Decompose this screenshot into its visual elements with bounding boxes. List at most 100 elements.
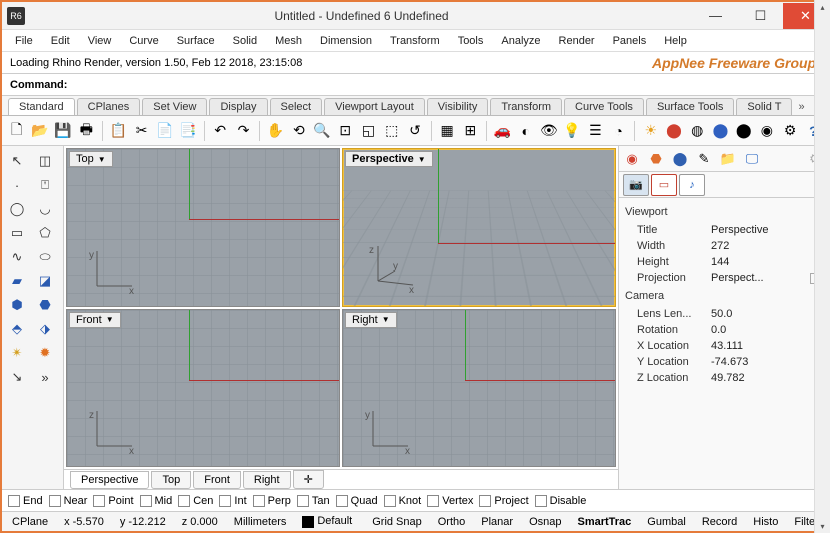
pan-icon[interactable]: ✋ (265, 119, 286, 143)
toggle-osnap[interactable]: Osnap (523, 516, 567, 528)
viewport-perspective[interactable]: Perspective▼ xzy (342, 148, 616, 307)
menu-view[interactable]: View (81, 33, 119, 49)
menu-curve[interactable]: Curve (122, 33, 165, 49)
zoom-selected-icon[interactable]: ⬚ (381, 119, 402, 143)
zoom-window-icon[interactable]: ◱ (358, 119, 379, 143)
toggle-gridsnap[interactable]: Grid Snap (366, 516, 428, 528)
tab-surfacetools[interactable]: Surface Tools (646, 98, 734, 115)
viewport-top-label[interactable]: Top▼ (69, 151, 113, 167)
rotate-view-icon[interactable]: ⟲ (288, 119, 309, 143)
osnap-cen[interactable]: Cen (178, 495, 213, 507)
environment-icon[interactable]: ◍ (687, 119, 708, 143)
osnap-quad[interactable]: Quad (336, 495, 378, 507)
cut-icon[interactable]: ✂ (131, 119, 152, 143)
texture-obj-icon[interactable]: ♪ (679, 174, 705, 196)
lights-panel-icon[interactable]: ✎ (693, 149, 715, 169)
tab-visibility[interactable]: Visibility (427, 98, 489, 115)
copy-icon[interactable]: 📋 (108, 119, 129, 143)
camera-icon[interactable]: 📷 (623, 174, 649, 196)
shade-icon[interactable]: ◐ (515, 119, 536, 143)
osnap-vertex[interactable]: Vertex (427, 495, 473, 507)
menu-transform[interactable]: Transform (383, 33, 447, 49)
status-cplane[interactable]: CPlane (6, 516, 54, 528)
chevron-down-icon[interactable]: ▼ (106, 315, 114, 324)
box-icon[interactable]: ⬢ (4, 294, 30, 316)
display-panel-icon[interactable]: 🖵 (741, 149, 763, 169)
material-obj-icon[interactable]: ▭ (651, 174, 677, 196)
rectangle-icon[interactable]: ▭ (4, 222, 30, 244)
prop-lens-v[interactable]: 50.0 (711, 308, 824, 320)
vptab-perspective[interactable]: Perspective (70, 471, 149, 489)
command-line[interactable]: Command: (2, 74, 828, 96)
status-units[interactable]: Millimeters (228, 516, 293, 528)
solid-icon[interactable]: ⬣ (32, 294, 58, 316)
osnap-end[interactable]: End (8, 495, 43, 507)
maximize-button[interactable]: ☐ (738, 3, 783, 29)
layers-panel-icon[interactable]: 📁 (717, 149, 739, 169)
osnap-knot[interactable]: Knot (384, 495, 422, 507)
viewport-right[interactable]: Right▼ xy (342, 309, 616, 468)
toggle-planar[interactable]: Planar (475, 516, 519, 528)
vptab-right[interactable]: Right (243, 471, 291, 489)
material-icon[interactable]: ⬤ (663, 119, 684, 143)
ground-icon[interactable]: ⬤ (733, 119, 754, 143)
tab-display[interactable]: Display (209, 98, 267, 115)
osnap-disable[interactable]: Disable (535, 495, 587, 507)
status-layer[interactable]: Default (296, 515, 358, 527)
viewport-perspective-label[interactable]: Perspective▼ (345, 151, 433, 167)
prop-zloc-v[interactable]: 49.782 (711, 372, 824, 384)
explode-icon[interactable]: ✹ (32, 342, 58, 364)
print-icon[interactable]: 🖶 (76, 119, 97, 143)
prop-title-v[interactable]: Perspective (711, 224, 824, 236)
osnap-point[interactable]: Point (93, 495, 133, 507)
lasso-icon[interactable]: ◫ (32, 150, 58, 172)
chevron-down-icon[interactable]: ▼ (382, 315, 390, 324)
tab-standard[interactable]: Standard (8, 98, 75, 115)
render-icon[interactable]: 🚗 (492, 119, 513, 143)
point-icon[interactable]: · (4, 174, 30, 196)
open-icon[interactable]: 📂 (29, 119, 50, 143)
transform-icon[interactable]: ✴ (4, 342, 30, 364)
materials-panel-icon[interactable]: ⬣ (645, 149, 667, 169)
osnap-near[interactable]: Near (49, 495, 88, 507)
set-cplane-icon[interactable]: ▦ (436, 119, 457, 143)
sun-icon[interactable]: ☀ (640, 119, 661, 143)
prop-yloc-v[interactable]: -74.673 (711, 356, 824, 368)
more-icon[interactable]: » (32, 366, 58, 388)
osnap-int[interactable]: Int (219, 495, 246, 507)
show-icon[interactable]: 💡 (562, 119, 583, 143)
toggle-history[interactable]: Histo (747, 516, 784, 528)
osnap-tan[interactable]: Tan (297, 495, 330, 507)
layers-icon[interactable]: ☰ (585, 119, 606, 143)
vptab-front[interactable]: Front (193, 471, 241, 489)
ellipse-icon[interactable]: ⬭ (32, 246, 58, 268)
menu-file[interactable]: File (8, 33, 40, 49)
tab-viewportlayout[interactable]: Viewport Layout (324, 98, 425, 115)
hide-icon[interactable]: 👁 (538, 119, 559, 143)
curve-icon[interactable]: ∿ (4, 246, 30, 268)
toggle-ortho[interactable]: Ortho (432, 516, 472, 528)
surface2-icon[interactable]: ◪ (32, 270, 58, 292)
surface-icon[interactable]: ▰ (4, 270, 30, 292)
vptab-top[interactable]: Top (151, 471, 191, 489)
undo-view-icon[interactable]: ↺ (404, 119, 425, 143)
tab-setview[interactable]: Set View (142, 98, 207, 115)
menu-tools[interactable]: Tools (451, 33, 491, 49)
new-icon[interactable]: 🗋 (6, 119, 27, 143)
prop-height-v[interactable]: 144 (711, 256, 824, 268)
osnap-mid[interactable]: Mid (140, 495, 173, 507)
toggle-gumball[interactable]: Gumbal (641, 516, 692, 528)
menu-analyze[interactable]: Analyze (494, 33, 547, 49)
mesh2-icon[interactable]: ⬗ (32, 318, 58, 340)
osnap-perp[interactable]: Perp (253, 495, 291, 507)
tabs-scroll-icon[interactable]: » (794, 99, 808, 115)
prop-width-v[interactable]: 272 (711, 240, 824, 252)
polygon-icon[interactable]: ⬠ (32, 222, 58, 244)
line-icon[interactable]: ↘ (4, 366, 30, 388)
tab-solidtools[interactable]: Solid T (736, 98, 792, 115)
circle-icon[interactable]: ◯ (4, 198, 30, 220)
viewport-top[interactable]: Top▼ xy (66, 148, 340, 307)
menu-panels[interactable]: Panels (606, 33, 654, 49)
minimize-button[interactable]: — (693, 3, 738, 29)
menu-solid[interactable]: Solid (226, 33, 264, 49)
